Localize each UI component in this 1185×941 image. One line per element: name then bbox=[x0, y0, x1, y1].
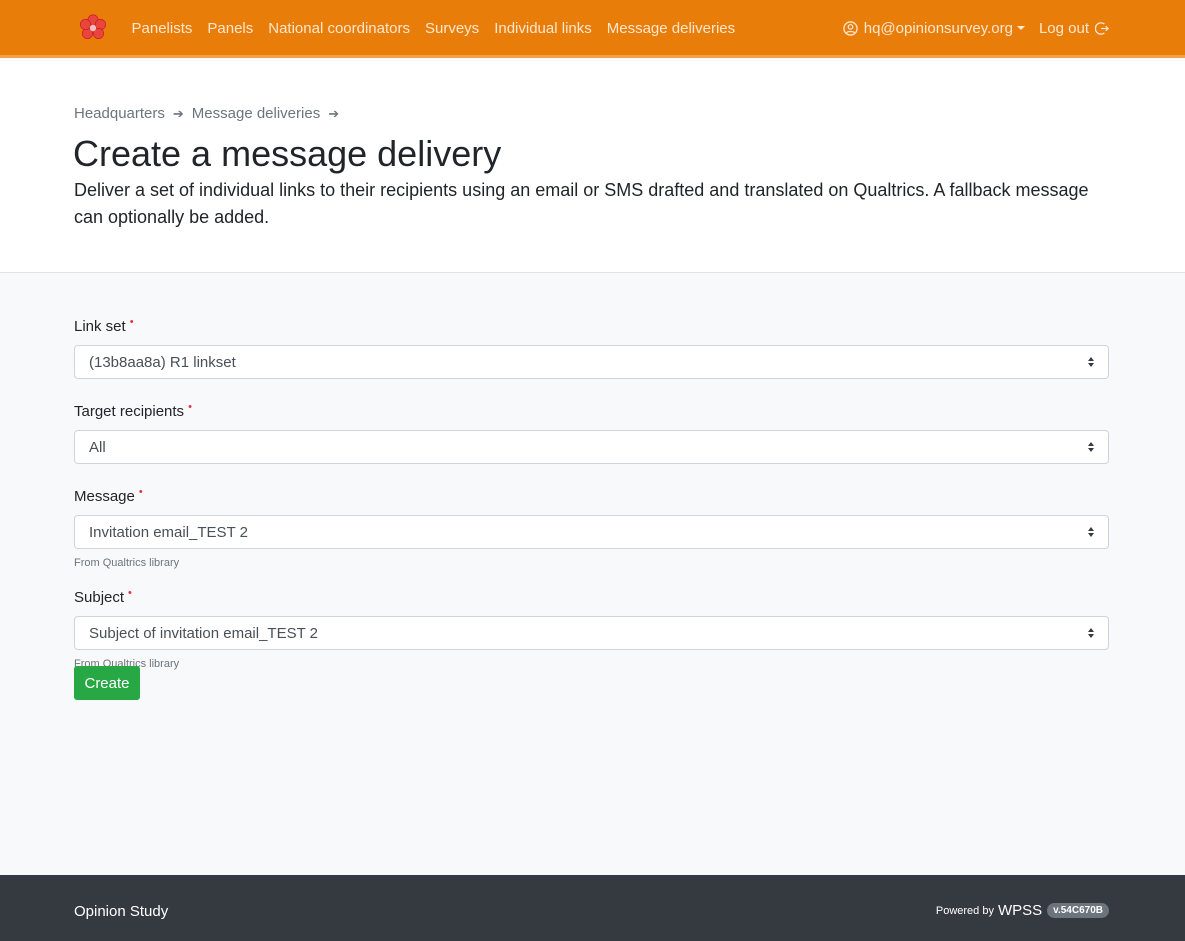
field-label: Link set bbox=[74, 318, 126, 335]
nav-link-surveys[interactable]: Surveys bbox=[418, 20, 487, 37]
page-description: Deliver a set of individual links to the… bbox=[74, 180, 1089, 227]
version-badge: v.54C670B bbox=[1047, 903, 1109, 918]
field-label: Target recipients bbox=[74, 403, 185, 420]
select-arrows-icon bbox=[1088, 442, 1094, 452]
select-value: (13b8aa8a) R1 linkset bbox=[89, 353, 236, 371]
powered-by: Powered by WPSS v.54C670B bbox=[936, 902, 1109, 919]
select-arrows-icon bbox=[1088, 357, 1094, 367]
field-message: Message • Invitation email_TEST 2 From Q… bbox=[74, 486, 1109, 569]
create-button[interactable]: Create bbox=[74, 666, 140, 700]
select-value: Invitation email_TEST 2 bbox=[89, 523, 248, 541]
logout-link[interactable]: Log out bbox=[1039, 20, 1110, 37]
field-target-recipients: Target recipients • All bbox=[74, 401, 1109, 464]
page-footer: Opinion Study Powered by WPSS v.54C670B bbox=[0, 875, 1185, 941]
required-marker: • bbox=[128, 587, 132, 599]
powered-by-label: Powered by bbox=[935, 904, 994, 917]
field-help-text: From Qualtrics library bbox=[74, 557, 180, 569]
footer-brand: Opinion Study bbox=[74, 903, 169, 920]
breadcrumb-item-headquarters[interactable]: Headquarters bbox=[74, 105, 165, 122]
nav-link-national-coordinators[interactable]: National coordinators bbox=[261, 20, 418, 37]
target-recipients-select[interactable]: All bbox=[74, 430, 1109, 464]
arrow-right-icon: ➔ bbox=[328, 105, 340, 121]
select-arrows-icon bbox=[1088, 527, 1094, 537]
field-help-text: From Qualtrics library bbox=[74, 658, 180, 670]
logout-label: Log out bbox=[1038, 19, 1089, 37]
flower-logo-icon[interactable] bbox=[77, 12, 109, 44]
required-marker: • bbox=[138, 486, 143, 498]
page-header: Headquarters ➔ Message deliveries ➔ Crea… bbox=[0, 61, 1185, 273]
nav-link-individual-links[interactable]: Individual links bbox=[487, 20, 600, 37]
chevron-down-icon bbox=[1016, 26, 1025, 30]
user-circle-icon bbox=[843, 20, 858, 36]
user-email: hq@opinionsurvey.org bbox=[863, 19, 1013, 37]
field-label: Subject bbox=[74, 589, 125, 606]
breadcrumb: Headquarters ➔ Message deliveries ➔ bbox=[74, 105, 347, 122]
field-subject: Subject • Subject of invitation email_TE… bbox=[74, 587, 1109, 670]
nav-link-panels[interactable]: Panels bbox=[200, 20, 261, 37]
user-menu[interactable]: hq@opinionsurvey.org bbox=[843, 20, 1025, 37]
select-arrows-icon bbox=[1088, 628, 1094, 638]
nav-link-message-deliveries[interactable]: Message deliveries bbox=[599, 20, 742, 37]
required-marker: • bbox=[129, 316, 134, 328]
product-name: WPSS bbox=[997, 902, 1043, 919]
logout-icon bbox=[1095, 21, 1110, 35]
subject-select[interactable]: Subject of invitation email_TEST 2 bbox=[74, 616, 1109, 650]
page-title: Create a message delivery bbox=[73, 133, 502, 174]
arrow-right-icon: ➔ bbox=[172, 105, 184, 121]
required-marker: • bbox=[188, 401, 192, 413]
link-set-select[interactable]: (13b8aa8a) R1 linkset bbox=[74, 345, 1109, 379]
nav-link-panelists[interactable]: Panelists bbox=[124, 20, 200, 37]
breadcrumb-item-message-deliveries[interactable]: Message deliveries bbox=[192, 105, 320, 122]
message-delivery-form: Link set • (13b8aa8a) R1 linkset Target … bbox=[74, 316, 1109, 670]
field-link-set: Link set • (13b8aa8a) R1 linkset bbox=[74, 316, 1109, 379]
select-value: Subject of invitation email_TEST 2 bbox=[89, 624, 319, 642]
field-label: Message bbox=[74, 488, 135, 505]
message-select[interactable]: Invitation email_TEST 2 bbox=[74, 515, 1109, 549]
select-value: All bbox=[89, 438, 106, 456]
top-navbar: Panelists Panels National coordinators S… bbox=[0, 0, 1185, 58]
